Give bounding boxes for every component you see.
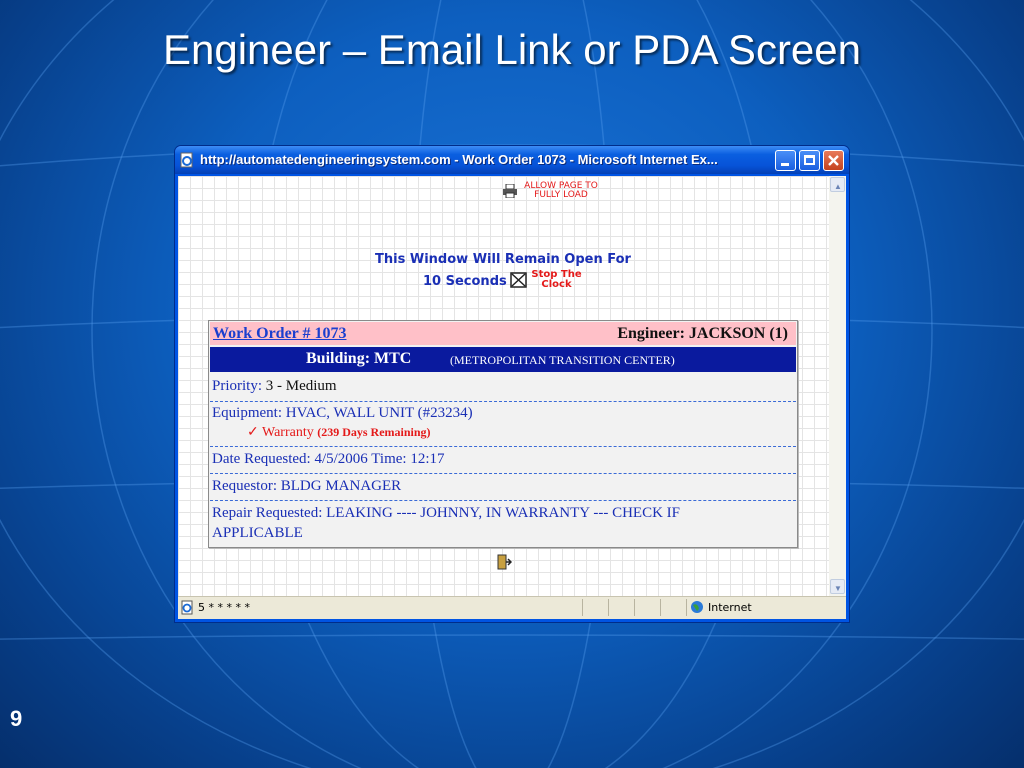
page-done-icon	[181, 600, 193, 615]
divider	[210, 446, 796, 447]
close-icon	[828, 155, 839, 166]
slide-number: 9	[10, 706, 23, 731]
seconds-text: 10 Seconds	[423, 274, 507, 289]
browser-window: http://automatedengineeringsystem.com - …	[175, 146, 849, 622]
status-pane	[660, 599, 661, 616]
priority-label: Priority:	[212, 378, 263, 394]
security-zone: Internet	[708, 601, 752, 614]
scroll-down-button[interactable]: ▼	[830, 579, 845, 594]
status-bar: 5 * * * * * Internet	[178, 596, 846, 619]
window-titlebar[interactable]: http://automatedengineeringsystem.com - …	[175, 146, 849, 174]
allow-load-line2: FULLY LOAD	[534, 190, 588, 200]
remain-open-text: This Window Will Remain Open For	[375, 252, 631, 267]
slide: Engineer – Email Link or PDA Screen http…	[0, 0, 1024, 768]
equipment-row: Equipment: HVAC, WALL UNIT (#23234)	[212, 405, 473, 421]
status-panes	[582, 599, 687, 616]
maximize-button[interactable]	[799, 150, 820, 171]
printer-icon[interactable]	[502, 184, 518, 198]
repair-line1: Repair Requested: LEAKING ---- JOHNNY, I…	[212, 505, 680, 521]
status-pane	[608, 599, 609, 616]
warranty-row: ✓ Warranty (239 Days Remaining)	[247, 424, 431, 441]
vertical-scrollbar[interactable]: ▲ ▼	[829, 176, 846, 596]
building-full-name: (METROPOLITAN TRANSITION CENTER)	[450, 353, 675, 367]
chevron-up-icon: ▲	[834, 182, 842, 191]
warranty-label: Warranty	[261, 425, 314, 440]
close-button[interactable]	[823, 150, 844, 171]
divider	[210, 473, 796, 474]
work-order-header: Work Order # 1073 Engineer: JACKSON (1)	[210, 322, 796, 345]
building-bar: Building: MTC (METROPOLITAN TRANSITION C…	[210, 347, 796, 372]
status-pane	[634, 599, 635, 616]
chevron-down-icon: ▼	[834, 584, 842, 593]
globe-icon	[691, 601, 703, 613]
stop-clock-link[interactable]: Stop The Clock	[529, 270, 584, 290]
engineer-name: Engineer: JACKSON (1)	[617, 325, 788, 342]
divider	[210, 401, 796, 402]
stop-clock-icon[interactable]	[510, 272, 527, 288]
window-title: http://automatedengineeringsystem.com - …	[200, 152, 718, 167]
status-text: 5 * * * * *	[198, 601, 250, 614]
date-requested-row: Date Requested: 4/5/2006 Time: 12:17	[212, 451, 445, 467]
repair-line2: APPLICABLE	[212, 525, 303, 541]
divider	[210, 500, 796, 501]
status-pane	[582, 599, 583, 616]
warranty-days: (239 Days Remaining)	[317, 425, 431, 439]
page-content: ALLOW PAGE TO FULLY LOAD This Window Wil…	[178, 176, 846, 596]
priority-row: Priority: 3 - Medium	[212, 378, 337, 395]
allow-load-notice: ALLOW PAGE TO FULLY LOAD	[519, 182, 603, 200]
check-icon: ✓	[247, 425, 259, 440]
work-order-link[interactable]: Work Order # 1073	[213, 325, 346, 343]
ie-page-icon	[180, 152, 193, 168]
work-order-card: Work Order # 1073 Engineer: JACKSON (1) …	[208, 320, 798, 548]
exit-door-icon[interactable]	[496, 554, 512, 570]
status-pane	[686, 599, 687, 616]
scroll-up-button[interactable]: ▲	[830, 177, 845, 192]
building-label: Building: MTC	[306, 350, 412, 367]
requestor-row: Requestor: BLDG MANAGER	[212, 478, 402, 494]
slide-title: Engineer – Email Link or PDA Screen	[162, 26, 862, 73]
stop-line2: Clock	[541, 279, 572, 290]
minimize-button[interactable]	[775, 150, 796, 171]
priority-value: 3 - Medium	[265, 378, 337, 394]
